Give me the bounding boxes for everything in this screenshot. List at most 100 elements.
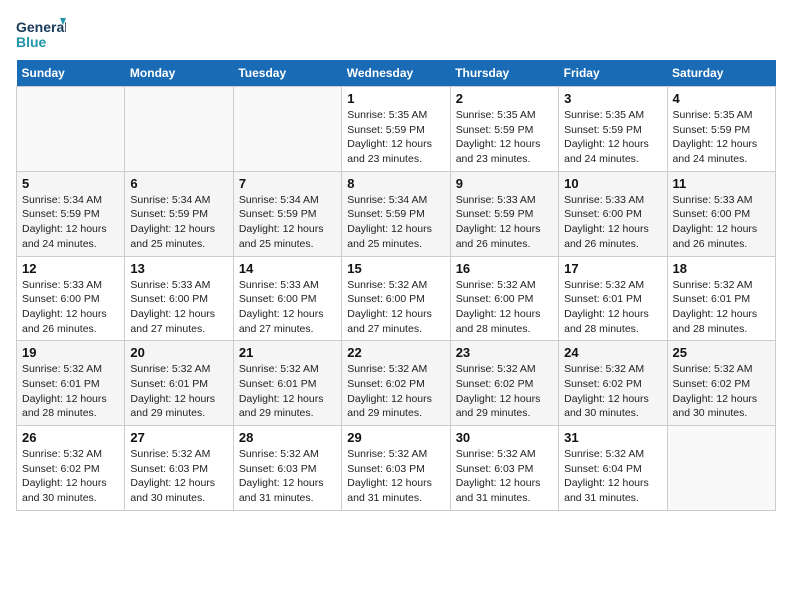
day-number: 27 — [130, 430, 227, 445]
empty-cell — [17, 87, 125, 172]
day-number: 12 — [22, 261, 119, 276]
day-info: Sunrise: 5:35 AMSunset: 5:59 PMDaylight:… — [564, 108, 661, 167]
day-info: Sunrise: 5:33 AMSunset: 6:00 PMDaylight:… — [130, 278, 227, 337]
day-number: 11 — [673, 176, 770, 191]
day-number: 2 — [456, 91, 553, 106]
week-row-5: 26Sunrise: 5:32 AMSunset: 6:02 PMDayligh… — [17, 426, 776, 511]
day-info: Sunrise: 5:32 AMSunset: 6:02 PMDaylight:… — [456, 362, 553, 421]
day-number: 21 — [239, 345, 336, 360]
day-number: 16 — [456, 261, 553, 276]
day-info: Sunrise: 5:32 AMSunset: 6:01 PMDaylight:… — [239, 362, 336, 421]
day-info: Sunrise: 5:32 AMSunset: 6:02 PMDaylight:… — [347, 362, 444, 421]
day-cell-11: 11 Sunrise: 5:33 AMSunset: 6:00 PMDayligh… — [667, 171, 775, 256]
day-info: Sunrise: 5:32 AMSunset: 6:02 PMDaylight:… — [564, 362, 661, 421]
day-cell-2: 2 Sunrise: 5:35 AMSunset: 5:59 PMDaylight… — [450, 87, 558, 172]
day-info: Sunrise: 5:32 AMSunset: 6:03 PMDaylight:… — [347, 447, 444, 506]
day-cell-22: 22 Sunrise: 5:32 AMSunset: 6:02 PMDayligh… — [342, 341, 450, 426]
day-number: 17 — [564, 261, 661, 276]
day-info: Sunrise: 5:34 AMSunset: 5:59 PMDaylight:… — [239, 193, 336, 252]
day-cell-5: 5 Sunrise: 5:34 AMSunset: 5:59 PMDaylight… — [17, 171, 125, 256]
day-info: Sunrise: 5:32 AMSunset: 6:02 PMDaylight:… — [673, 362, 770, 421]
empty-cell — [667, 426, 775, 511]
day-cell-17: 17 Sunrise: 5:32 AMSunset: 6:01 PMDayligh… — [559, 256, 667, 341]
day-cell-9: 9 Sunrise: 5:33 AMSunset: 5:59 PMDaylight… — [450, 171, 558, 256]
day-info: Sunrise: 5:34 AMSunset: 5:59 PMDaylight:… — [22, 193, 119, 252]
day-info: Sunrise: 5:33 AMSunset: 6:00 PMDaylight:… — [673, 193, 770, 252]
day-number: 4 — [673, 91, 770, 106]
calendar-table: SundayMondayTuesdayWednesdayThursdayFrid… — [16, 60, 776, 511]
day-number: 13 — [130, 261, 227, 276]
day-cell-27: 27 Sunrise: 5:32 AMSunset: 6:03 PMDayligh… — [125, 426, 233, 511]
day-info: Sunrise: 5:34 AMSunset: 5:59 PMDaylight:… — [347, 193, 444, 252]
day-info: Sunrise: 5:33 AMSunset: 6:00 PMDaylight:… — [22, 278, 119, 337]
day-number: 3 — [564, 91, 661, 106]
day-info: Sunrise: 5:32 AMSunset: 6:03 PMDaylight:… — [239, 447, 336, 506]
day-number: 30 — [456, 430, 553, 445]
header-row: SundayMondayTuesdayWednesdayThursdayFrid… — [17, 60, 776, 87]
svg-text:General: General — [16, 19, 66, 35]
day-number: 28 — [239, 430, 336, 445]
day-info: Sunrise: 5:32 AMSunset: 6:01 PMDaylight:… — [673, 278, 770, 337]
day-number: 14 — [239, 261, 336, 276]
day-info: Sunrise: 5:32 AMSunset: 6:00 PMDaylight:… — [456, 278, 553, 337]
day-number: 29 — [347, 430, 444, 445]
day-number: 19 — [22, 345, 119, 360]
day-cell-31: 31 Sunrise: 5:32 AMSunset: 6:04 PMDayligh… — [559, 426, 667, 511]
day-number: 24 — [564, 345, 661, 360]
day-cell-1: 1Sunrise: 5:35 AMSunset: 5:59 PMDaylight… — [342, 87, 450, 172]
day-cell-3: 3 Sunrise: 5:35 AMSunset: 5:59 PMDaylight… — [559, 87, 667, 172]
page-header: General Blue — [16, 16, 776, 56]
day-number: 1 — [347, 91, 444, 106]
day-cell-7: 7 Sunrise: 5:34 AMSunset: 5:59 PMDaylight… — [233, 171, 341, 256]
day-cell-30: 30Sunrise: 5:32 AMSunset: 6:03 PMDayligh… — [450, 426, 558, 511]
day-cell-16: 16 Sunrise: 5:32 AMSunset: 6:00 PMDayligh… — [450, 256, 558, 341]
day-cell-18: 18Sunrise: 5:32 AMSunset: 6:01 PMDayligh… — [667, 256, 775, 341]
day-number: 20 — [130, 345, 227, 360]
day-info: Sunrise: 5:33 AMSunset: 6:00 PMDaylight:… — [564, 193, 661, 252]
day-cell-8: 8 Sunrise: 5:34 AMSunset: 5:59 PMDaylight… — [342, 171, 450, 256]
day-cell-25: 25Sunrise: 5:32 AMSunset: 6:02 PMDayligh… — [667, 341, 775, 426]
day-info: Sunrise: 5:34 AMSunset: 5:59 PMDaylight:… — [130, 193, 227, 252]
day-info: Sunrise: 5:35 AMSunset: 5:59 PMDaylight:… — [673, 108, 770, 167]
day-number: 10 — [564, 176, 661, 191]
column-header-friday: Friday — [559, 60, 667, 87]
day-cell-26: 26Sunrise: 5:32 AMSunset: 6:02 PMDayligh… — [17, 426, 125, 511]
day-info: Sunrise: 5:32 AMSunset: 6:01 PMDaylight:… — [130, 362, 227, 421]
day-info: Sunrise: 5:32 AMSunset: 6:01 PMDaylight:… — [22, 362, 119, 421]
column-header-thursday: Thursday — [450, 60, 558, 87]
day-info: Sunrise: 5:35 AMSunset: 5:59 PMDaylight:… — [456, 108, 553, 167]
day-cell-20: 20 Sunrise: 5:32 AMSunset: 6:01 PMDayligh… — [125, 341, 233, 426]
day-cell-28: 28 Sunrise: 5:32 AMSunset: 6:03 PMDayligh… — [233, 426, 341, 511]
day-info: Sunrise: 5:32 AMSunset: 6:01 PMDaylight:… — [564, 278, 661, 337]
column-header-saturday: Saturday — [667, 60, 775, 87]
day-cell-6: 6Sunrise: 5:34 AMSunset: 5:59 PMDaylight… — [125, 171, 233, 256]
day-number: 5 — [22, 176, 119, 191]
empty-cell — [125, 87, 233, 172]
day-info: Sunrise: 5:32 AMSunset: 6:03 PMDaylight:… — [130, 447, 227, 506]
empty-cell — [233, 87, 341, 172]
day-cell-24: 24 Sunrise: 5:32 AMSunset: 6:02 PMDayligh… — [559, 341, 667, 426]
day-number: 9 — [456, 176, 553, 191]
day-cell-14: 14Sunrise: 5:33 AMSunset: 6:00 PMDayligh… — [233, 256, 341, 341]
day-cell-29: 29 Sunrise: 5:32 AMSunset: 6:03 PMDayligh… — [342, 426, 450, 511]
day-number: 26 — [22, 430, 119, 445]
day-info: Sunrise: 5:32 AMSunset: 6:04 PMDaylight:… — [564, 447, 661, 506]
day-cell-21: 21 Sunrise: 5:32 AMSunset: 6:01 PMDayligh… — [233, 341, 341, 426]
day-info: Sunrise: 5:33 AMSunset: 5:59 PMDaylight:… — [456, 193, 553, 252]
column-header-monday: Monday — [125, 60, 233, 87]
day-info: Sunrise: 5:32 AMSunset: 6:00 PMDaylight:… — [347, 278, 444, 337]
svg-text:Blue: Blue — [16, 34, 47, 50]
day-number: 7 — [239, 176, 336, 191]
week-row-1: 1 Sunrise: 5:35 AMSunset: 5:59 PMDaylight… — [17, 87, 776, 172]
column-header-sunday: Sunday — [17, 60, 125, 87]
week-row-2: 5 Sunrise: 5:34 AMSunset: 5:59 PMDaylight… — [17, 171, 776, 256]
week-row-4: 19 Sunrise: 5:32 AMSunset: 6:01 PMDayligh… — [17, 341, 776, 426]
day-number: 22 — [347, 345, 444, 360]
column-header-tuesday: Tuesday — [233, 60, 341, 87]
day-number: 31 — [564, 430, 661, 445]
logo: General Blue — [16, 16, 66, 56]
logo-svg: General Blue — [16, 16, 66, 56]
day-number: 8 — [347, 176, 444, 191]
week-row-3: 12 Sunrise: 5:33 AMSunset: 6:00 PMDayligh… — [17, 256, 776, 341]
day-cell-12: 12 Sunrise: 5:33 AMSunset: 6:00 PMDayligh… — [17, 256, 125, 341]
